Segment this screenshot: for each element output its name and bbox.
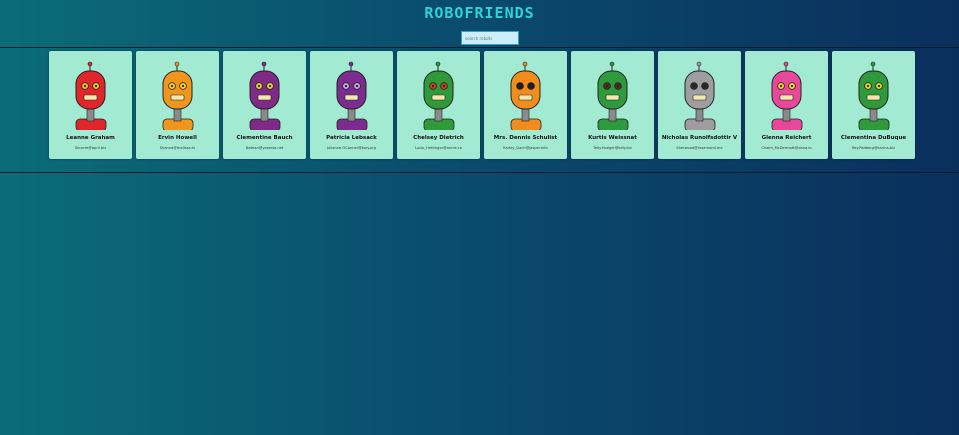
robot-avatar-icon bbox=[423, 61, 455, 130]
robot-name: Glenna Reichert bbox=[761, 135, 812, 141]
robot-card[interactable]: Glenna Reichert Chaim_McDermott@dana.io bbox=[745, 51, 828, 159]
robot-card[interactable]: Leanne Graham Sincere@april.biz bbox=[49, 51, 132, 159]
robot-email: Lucio_Hettinger@annie.ca bbox=[414, 146, 463, 150]
robot-avatar-icon bbox=[597, 61, 629, 130]
robot-avatar-icon bbox=[249, 61, 281, 130]
robot-scroll-area[interactable]: Leanne Graham Sincere@april.biz Ervin How… bbox=[0, 48, 959, 172]
robot-avatar-icon bbox=[336, 61, 368, 130]
robot-email: Julianne.OConner@kory.org bbox=[326, 146, 377, 150]
robot-card[interactable]: Kurtis Weissnat Telly.Hoeger@billy.biz bbox=[571, 51, 654, 159]
robot-email: Rey.Padberg@karina.biz bbox=[851, 146, 896, 150]
robot-card[interactable]: Clementine Bauch Nathan@yesenia.net bbox=[223, 51, 306, 159]
robot-name: Kurtis Weissnat bbox=[588, 135, 637, 141]
robot-avatar-icon bbox=[75, 61, 107, 130]
app-title: ROBOFRIENDS bbox=[424, 4, 535, 22]
robot-name: Ervin Howell bbox=[158, 135, 197, 141]
scroll-bottom-border bbox=[0, 172, 959, 173]
robot-avatar-icon bbox=[858, 61, 890, 130]
robot-card[interactable]: Patricia Lebsack Julianne.OConner@kory.or… bbox=[310, 51, 393, 159]
search-robots-input[interactable] bbox=[461, 31, 519, 45]
robot-card[interactable]: Clementina DuBuque Rey.Padberg@karina.biz bbox=[832, 51, 915, 159]
robot-avatar-icon bbox=[162, 61, 194, 130]
robot-email: Telly.Hoeger@billy.biz bbox=[593, 146, 632, 150]
robot-name: Clementine Bauch bbox=[236, 135, 293, 141]
robot-email: Sincere@april.biz bbox=[74, 146, 107, 150]
robot-email: Chaim_McDermott@dana.io bbox=[761, 146, 812, 150]
robot-name: Mrs. Dennis Schulist bbox=[493, 135, 558, 141]
robot-avatar-icon bbox=[771, 61, 803, 130]
robot-email: Karley_Dach@jasper.info bbox=[503, 146, 548, 150]
robot-email: Nathan@yesenia.net bbox=[245, 146, 284, 150]
robot-name: Leanne Graham bbox=[66, 135, 115, 141]
robot-name: Clementina DuBuque bbox=[840, 135, 907, 141]
robot-avatar-icon bbox=[510, 61, 542, 130]
robot-avatar-icon bbox=[684, 61, 716, 130]
robot-card[interactable]: Mrs. Dennis Schulist Karley_Dach@jasper.i… bbox=[484, 51, 567, 159]
robot-card[interactable]: Ervin Howell Shanna@melissa.tv bbox=[136, 51, 219, 159]
robot-email: Shanna@melissa.tv bbox=[159, 146, 196, 150]
robot-name: Patricia Lebsack bbox=[326, 135, 377, 141]
robot-name: Chelsey Dietrich bbox=[413, 135, 464, 141]
robot-card[interactable]: Chelsey Dietrich Lucio_Hettinger@annie.ca bbox=[397, 51, 480, 159]
robot-card[interactable]: Nicholas Runolfsdottir V Sherwood@rosamon… bbox=[658, 51, 741, 159]
robot-email: Sherwood@rosamond.me bbox=[676, 146, 723, 150]
robot-name: Nicholas Runolfsdottir V bbox=[661, 135, 738, 141]
